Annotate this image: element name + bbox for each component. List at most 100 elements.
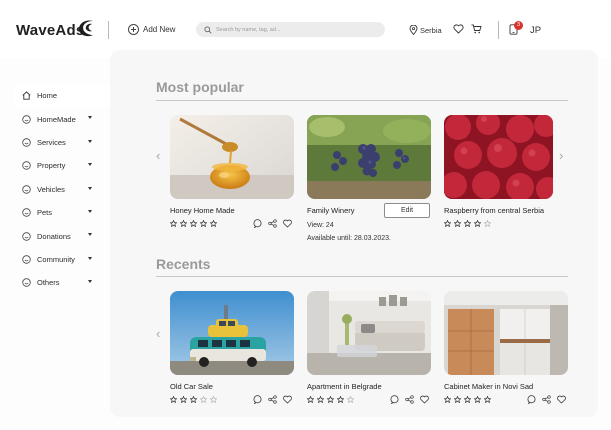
caret-down-icon[interactable] (88, 116, 92, 120)
sidebar-item-services[interactable]: Services (14, 131, 110, 154)
star-icon[interactable] (180, 396, 187, 403)
brand-name[interactable]: WaveAds (16, 22, 84, 39)
sidebar-item-homemade[interactable]: HomeMade (14, 107, 110, 130)
section-title-most-popular: Most popular (156, 79, 244, 95)
listing-image-winery[interactable] (307, 115, 431, 199)
caret-down-icon[interactable] (88, 186, 92, 190)
star-icon[interactable] (190, 396, 197, 403)
listing-title[interactable]: Family Winery (307, 206, 355, 215)
location-pin-icon (409, 25, 418, 35)
star-icon[interactable] (180, 220, 187, 227)
heart-icon[interactable] (557, 395, 566, 404)
sidebar-item-donations[interactable]: Donations (14, 224, 110, 247)
heart-icon[interactable] (283, 395, 292, 404)
search-input[interactable] (216, 26, 376, 33)
listing-title[interactable]: Cabinet Maker in Novi Sad (444, 382, 533, 391)
chat-icon[interactable] (253, 395, 262, 404)
star-icon[interactable] (474, 220, 481, 227)
star-icon[interactable] (484, 396, 491, 403)
listing-image-apartment[interactable] (307, 291, 431, 375)
share-icon[interactable] (268, 395, 277, 404)
star-icon[interactable] (170, 220, 177, 227)
smiley-icon (22, 208, 31, 217)
star-icon[interactable] (200, 396, 207, 403)
star-icon[interactable] (307, 396, 314, 403)
smiley-icon (22, 114, 31, 124)
star-icon[interactable] (210, 396, 217, 403)
rating-stars[interactable] (444, 396, 491, 403)
star-icon[interactable] (464, 396, 471, 403)
carousel-prev-arrow[interactable]: ‹ (156, 326, 160, 341)
share-icon[interactable] (542, 395, 551, 404)
star-icon[interactable] (444, 220, 451, 227)
star-icon[interactable] (474, 396, 481, 403)
star-icon[interactable] (200, 220, 207, 227)
rating-stars[interactable] (170, 220, 217, 227)
star-icon[interactable] (210, 220, 217, 227)
chat-icon[interactable] (253, 219, 262, 228)
share-icon[interactable] (405, 395, 414, 404)
cart-icon[interactable] (471, 24, 482, 34)
caret-down-icon[interactable] (88, 139, 92, 143)
sidebar-item-property[interactable]: Property (14, 154, 110, 177)
carousel-next-arrow[interactable]: › (559, 148, 563, 163)
rating-stars[interactable] (307, 396, 354, 403)
heart-icon[interactable] (283, 219, 292, 228)
listing-image-honey[interactable] (170, 115, 294, 199)
caret-down-icon[interactable] (88, 163, 92, 167)
smiley-icon (22, 161, 31, 171)
section-divider (156, 100, 568, 101)
sidebar-item-community[interactable]: Community (14, 248, 110, 271)
sidebar: Home HomeMade Services Property Vehicles… (14, 84, 110, 295)
listing-title[interactable]: Honey Home Made (170, 206, 235, 215)
listing-image-raspberries[interactable] (444, 115, 553, 199)
smiley-icon (22, 138, 31, 147)
listing-title[interactable]: Apartment in Belgrade (307, 382, 382, 391)
search-icon (204, 25, 212, 34)
chat-icon[interactable] (390, 395, 399, 404)
star-icon[interactable] (337, 396, 344, 403)
star-icon[interactable] (190, 220, 197, 227)
location-selector[interactable]: Serbia (409, 25, 442, 35)
star-icon[interactable] (444, 396, 451, 403)
sidebar-item-pets[interactable]: Pets (14, 201, 110, 224)
star-icon[interactable] (317, 396, 324, 403)
plus-circle-icon (128, 24, 139, 35)
star-icon[interactable] (454, 220, 461, 227)
listing-title[interactable]: Raspberry from central Serbia (444, 206, 544, 215)
listing-image-kitchen[interactable] (444, 291, 568, 375)
caret-down-icon[interactable] (88, 256, 92, 260)
notification-badge: 3 (514, 21, 523, 30)
rating-stars[interactable] (444, 220, 491, 227)
star-icon[interactable] (327, 396, 334, 403)
caret-down-icon[interactable] (88, 280, 92, 284)
heart-icon[interactable] (420, 395, 429, 404)
sidebar-item-vehicles[interactable]: Vehicles (14, 178, 110, 201)
heart-icon[interactable] (453, 24, 464, 34)
sidebar-item-home[interactable]: Home (14, 84, 110, 108)
caret-down-icon[interactable] (88, 209, 92, 213)
star-icon[interactable] (170, 396, 177, 403)
sidebar-item-label: Property (37, 161, 66, 171)
star-icon[interactable] (484, 220, 491, 227)
search-bar[interactable] (196, 22, 385, 37)
smiley-icon (22, 255, 31, 264)
smiley-icon (22, 231, 31, 241)
divider (498, 21, 499, 39)
star-icon[interactable] (464, 220, 471, 227)
star-icon[interactable] (347, 396, 354, 403)
listing-image-old-car[interactable] (170, 291, 294, 375)
star-icon[interactable] (454, 396, 461, 403)
caret-down-icon[interactable] (88, 233, 92, 237)
add-new-button[interactable]: Add New (128, 24, 175, 35)
share-icon[interactable] (268, 219, 277, 228)
edit-button[interactable]: Edit (384, 203, 430, 218)
availability: Available until: 28.03.2023. (307, 235, 391, 242)
user-avatar[interactable]: JP (530, 25, 541, 36)
sidebar-item-label: Home (37, 91, 58, 101)
sidebar-item-others[interactable]: Others (14, 271, 110, 294)
rating-stars[interactable] (170, 396, 217, 403)
listing-title[interactable]: Old Car Sale (170, 382, 213, 391)
carousel-prev-arrow[interactable]: ‹ (156, 148, 160, 163)
chat-icon[interactable] (527, 395, 536, 404)
